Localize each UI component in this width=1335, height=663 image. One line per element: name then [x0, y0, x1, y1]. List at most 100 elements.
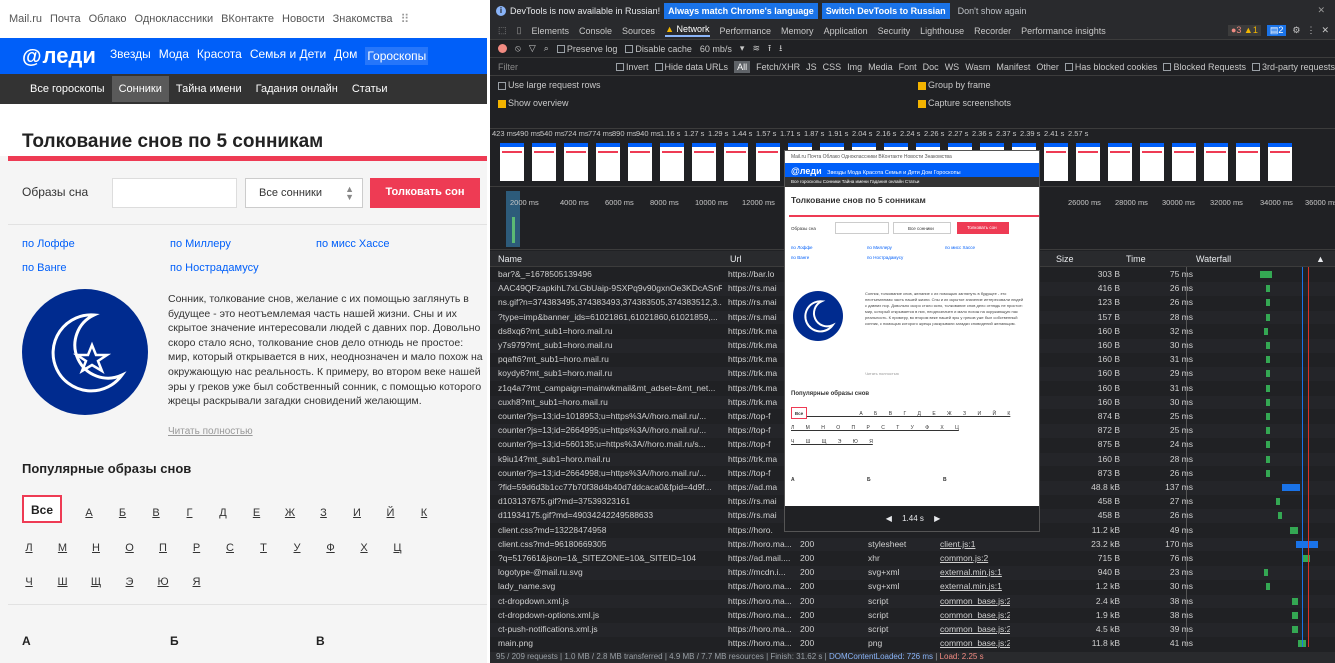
request-row[interactable]: logotype-@mail.ru.svg https://mcdn.i... 20…: [490, 566, 1335, 580]
apps-grid-icon[interactable]: ⠿: [400, 12, 409, 26]
letter-link[interactable]: С: [223, 542, 237, 554]
topbar-link-mailru[interactable]: Mail.ru: [9, 13, 42, 25]
type-filter-js[interactable]: JS: [806, 62, 817, 72]
tab-sources[interactable]: Sources: [622, 26, 655, 36]
tab-performance[interactable]: Performance: [720, 26, 772, 36]
record-icon[interactable]: [498, 44, 507, 53]
filmstrip-thumbnail[interactable]: [532, 143, 556, 181]
filmstrip-thumbnail[interactable]: [1108, 143, 1132, 181]
letter-all-button[interactable]: Все: [22, 495, 62, 523]
letter-link[interactable]: Е: [250, 507, 264, 519]
inspect-icon[interactable]: ⬚: [498, 25, 507, 36]
request-init[interactable]: common_base.js:2: [940, 610, 1010, 620]
clear-icon[interactable]: ⦸: [515, 43, 521, 54]
letter-link[interactable]: Ц: [391, 542, 405, 554]
letter-link[interactable]: Г: [183, 507, 197, 519]
type-filter-media[interactable]: Media: [868, 62, 893, 72]
read-more-link[interactable]: Читать полностью: [168, 426, 253, 437]
topbar-link-pochta[interactable]: Почта: [50, 13, 81, 25]
letter-link[interactable]: Р: [190, 542, 204, 554]
interpret-button[interactable]: Толковать сон: [370, 178, 480, 208]
letter-link[interactable]: У: [290, 542, 304, 554]
search-icon[interactable]: ⌕: [544, 43, 549, 54]
letter-link[interactable]: Б: [116, 507, 130, 519]
filmstrip-thumbnail[interactable]: [724, 143, 748, 181]
link-nostradamus[interactable]: по Нострадамусу: [170, 262, 259, 274]
link-miller[interactable]: по Миллеру: [170, 238, 231, 250]
tab-network[interactable]: ▲ Network: [665, 24, 710, 37]
letter-link[interactable]: Д: [216, 507, 230, 519]
type-filter-doc[interactable]: Doc: [923, 62, 939, 72]
next-frame-icon[interactable]: ▶: [934, 514, 940, 523]
letter-link[interactable]: Я: [190, 576, 204, 588]
filmstrip-thumbnail[interactable]: [1268, 143, 1292, 181]
close-icon[interactable]: ✕: [1317, 5, 1325, 16]
letter-link[interactable]: Х: [357, 542, 371, 554]
subnav-fortune[interactable]: Гадания онлайн: [249, 76, 345, 102]
letter-link[interactable]: Й: [384, 507, 398, 519]
subnav-articles[interactable]: Статьи: [345, 76, 395, 102]
topbar-link-oblako[interactable]: Облако: [89, 13, 127, 25]
filmstrip-thumbnail[interactable]: [692, 143, 716, 181]
request-init[interactable]: external.min.js:1: [940, 567, 1010, 577]
letter-link[interactable]: Э: [123, 576, 137, 588]
topbar-link-vk[interactable]: ВКонтакте: [221, 13, 274, 25]
filter-icon[interactable]: ▽: [529, 43, 536, 54]
filmstrip-thumbnail[interactable]: [1236, 143, 1260, 181]
nav-family[interactable]: Семья и Дети: [250, 47, 326, 65]
col-waterfall[interactable]: Waterfall: [1196, 254, 1231, 264]
show-overview-checkbox[interactable]: Show overview: [498, 98, 918, 108]
request-init[interactable]: common_base.js:2: [940, 638, 1010, 648]
message-counter[interactable]: ▤2: [1266, 25, 1287, 36]
request-init[interactable]: external.min.js:1: [940, 581, 1010, 591]
close-devtools-icon[interactable]: ✕: [1321, 25, 1329, 36]
disable-cache-checkbox[interactable]: Disable cache: [625, 44, 692, 54]
request-row[interactable]: ct-dropdown-options.xml.js https://horo.m…: [490, 609, 1335, 623]
filmstrip-thumbnail[interactable]: [1204, 143, 1228, 181]
letter-link[interactable]: Ф: [324, 542, 338, 554]
link-vanga[interactable]: по Ванге: [22, 262, 67, 274]
filter-input[interactable]: Filter: [498, 62, 610, 72]
dream-image-input[interactable]: [112, 178, 237, 208]
tab-memory[interactable]: Memory: [781, 26, 814, 36]
letter-link[interactable]: А: [82, 507, 96, 519]
throttle-arrow-icon[interactable]: ▾: [740, 43, 745, 54]
dont-show-again-button[interactable]: Don't show again: [954, 6, 1027, 16]
type-filter-ws[interactable]: WS: [945, 62, 960, 72]
dreambook-select[interactable]: Все сонники ▲ ▼: [245, 178, 363, 208]
type-filter-font[interactable]: Font: [899, 62, 917, 72]
request-row[interactable]: ?q=517661&json=1&_SITEZONE=10&_SITEID=10…: [490, 552, 1335, 566]
request-row[interactable]: lady_name.svg https://horo.ma... 200 svg+xm…: [490, 580, 1335, 594]
prev-frame-icon[interactable]: ◀: [886, 514, 892, 523]
capture-screenshots-checkbox[interactable]: Capture screenshots: [918, 98, 1011, 108]
link-loffe[interactable]: по Лоффе: [22, 238, 75, 250]
filmstrip-thumbnail[interactable]: [628, 143, 652, 181]
letter-link[interactable]: И: [350, 507, 364, 519]
request-row[interactable]: client.css?md=96180669305 https://horo.ma…: [490, 537, 1335, 552]
large-rows-checkbox[interactable]: Use large request rows: [498, 80, 918, 90]
nav-horoscopes[interactable]: Гороскопы: [365, 47, 429, 65]
topbar-link-ok[interactable]: Одноклассники: [135, 13, 214, 25]
tab-elements[interactable]: Elements: [531, 26, 569, 36]
nav-beauty[interactable]: Красота: [197, 47, 242, 65]
subnav-all-horoscopes[interactable]: Все гороскопы: [22, 76, 112, 102]
subnav-name-secret[interactable]: Тайна имени: [169, 76, 249, 102]
tab-application[interactable]: Application: [824, 26, 868, 36]
error-counter[interactable]: ●3 ▲1: [1227, 25, 1261, 36]
filmstrip-thumbnail[interactable]: [756, 143, 780, 181]
blocked-cookies-checkbox[interactable]: Has blocked cookies: [1064, 62, 1157, 72]
nav-home[interactable]: Дом: [334, 47, 357, 65]
filmstrip-thumbnail[interactable]: [1140, 143, 1164, 181]
col-url[interactable]: Url: [730, 254, 742, 264]
filmstrip-thumbnail[interactable]: [596, 143, 620, 181]
filmstrip-thumbnail[interactable]: [500, 143, 524, 181]
request-init[interactable]: client.js:1: [940, 539, 1010, 549]
letter-link[interactable]: К: [417, 507, 431, 519]
request-init[interactable]: common_base.js:2: [940, 596, 1010, 606]
subnav-dreambooks[interactable]: Сонники: [111, 76, 169, 102]
letter-link[interactable]: Т: [257, 542, 271, 554]
tab-recorder[interactable]: Recorder: [974, 26, 1011, 36]
device-toolbar-icon[interactable]: ▯: [517, 25, 522, 36]
nav-fashion[interactable]: Мода: [159, 47, 189, 65]
filmstrip-thumbnail[interactable]: [1044, 143, 1068, 181]
